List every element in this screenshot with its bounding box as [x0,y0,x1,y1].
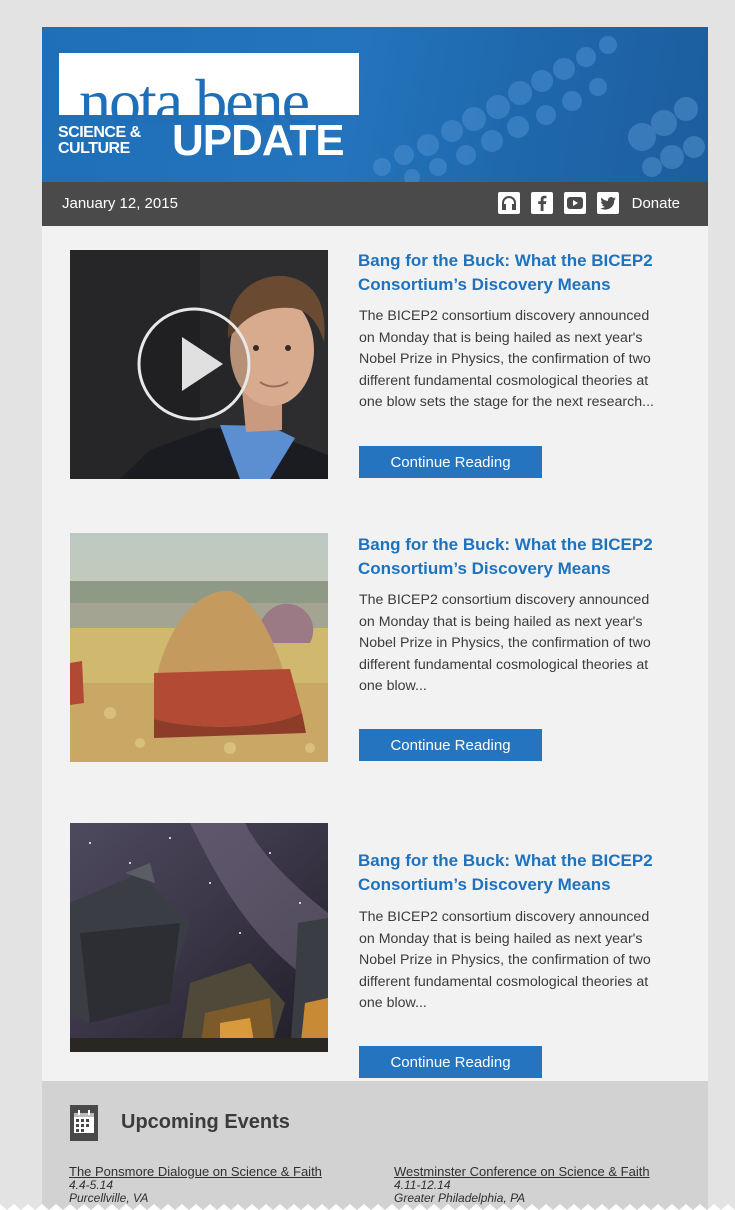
article-image-haystack[interactable] [70,533,328,762]
dna-helix-background [373,36,705,182]
upcoming-events-section: Upcoming Events The Ponsmore Dialogue on… [42,1081,708,1210]
article-card: Bang for the Buck: What the BICEP2 Conso… [42,226,708,510]
continue-reading-button[interactable]: Continue Reading [359,729,542,761]
article-title[interactable]: Bang for the Buck: What the BICEP2 Conso… [358,249,688,297]
social-links: Donate [487,192,680,214]
logo-subtitle: SCIENCE & CULTURE [58,125,141,157]
continue-reading-button[interactable]: Continue Reading [359,1046,542,1078]
email-viewport: nota bene SCIENCE & CULTURE UPDATE Janua… [0,0,735,1210]
article-excerpt: The BICEP2 consortium discovery announce… [359,308,654,411]
logo-subtitle-line-2: CULTURE [58,140,130,157]
event-link[interactable]: The Ponsmore Dialogue on Science & Faith [69,1164,322,1179]
logo-subtitle-line-1: SCIENCE & [58,124,141,141]
article-excerpt: The BICEP2 consortium discovery announce… [359,909,651,1012]
newsletter-email: nota bene SCIENCE & CULTURE UPDATE Janua… [42,27,708,1210]
article-excerpt: The BICEP2 consortium discovery announce… [359,592,651,695]
continue-reading-button[interactable]: Continue Reading [359,446,542,478]
donate-link[interactable]: Donate [632,195,680,212]
video-thumbnail[interactable] [70,250,328,479]
twitter-icon[interactable] [596,192,619,214]
header-banner: nota bene SCIENCE & CULTURE UPDATE [42,27,708,182]
logo-update-text: UPDATE [172,116,345,165]
date-bar: January 12, 2015 Donate [42,182,708,226]
headphones-icon[interactable] [497,192,520,214]
article-image-telescopes[interactable] [70,823,328,1052]
facebook-icon[interactable] [530,192,553,214]
issue-date: January 12, 2015 [62,195,178,212]
article-card: Bang for the Buck: What the BICEP2 Conso… [42,790,708,1081]
calendar-icon [70,1105,98,1141]
youtube-icon[interactable] [563,192,586,214]
torn-edge-decoration [0,1204,735,1210]
article-title[interactable]: Bang for the Buck: What the BICEP2 Conso… [358,533,688,581]
event-link[interactable]: Westminster Conference on Science & Fait… [394,1164,650,1179]
article-card: Bang for the Buck: What the BICEP2 Conso… [42,509,708,791]
events-heading: Upcoming Events [121,1111,290,1133]
article-title[interactable]: Bang for the Buck: What the BICEP2 Conso… [358,849,688,897]
